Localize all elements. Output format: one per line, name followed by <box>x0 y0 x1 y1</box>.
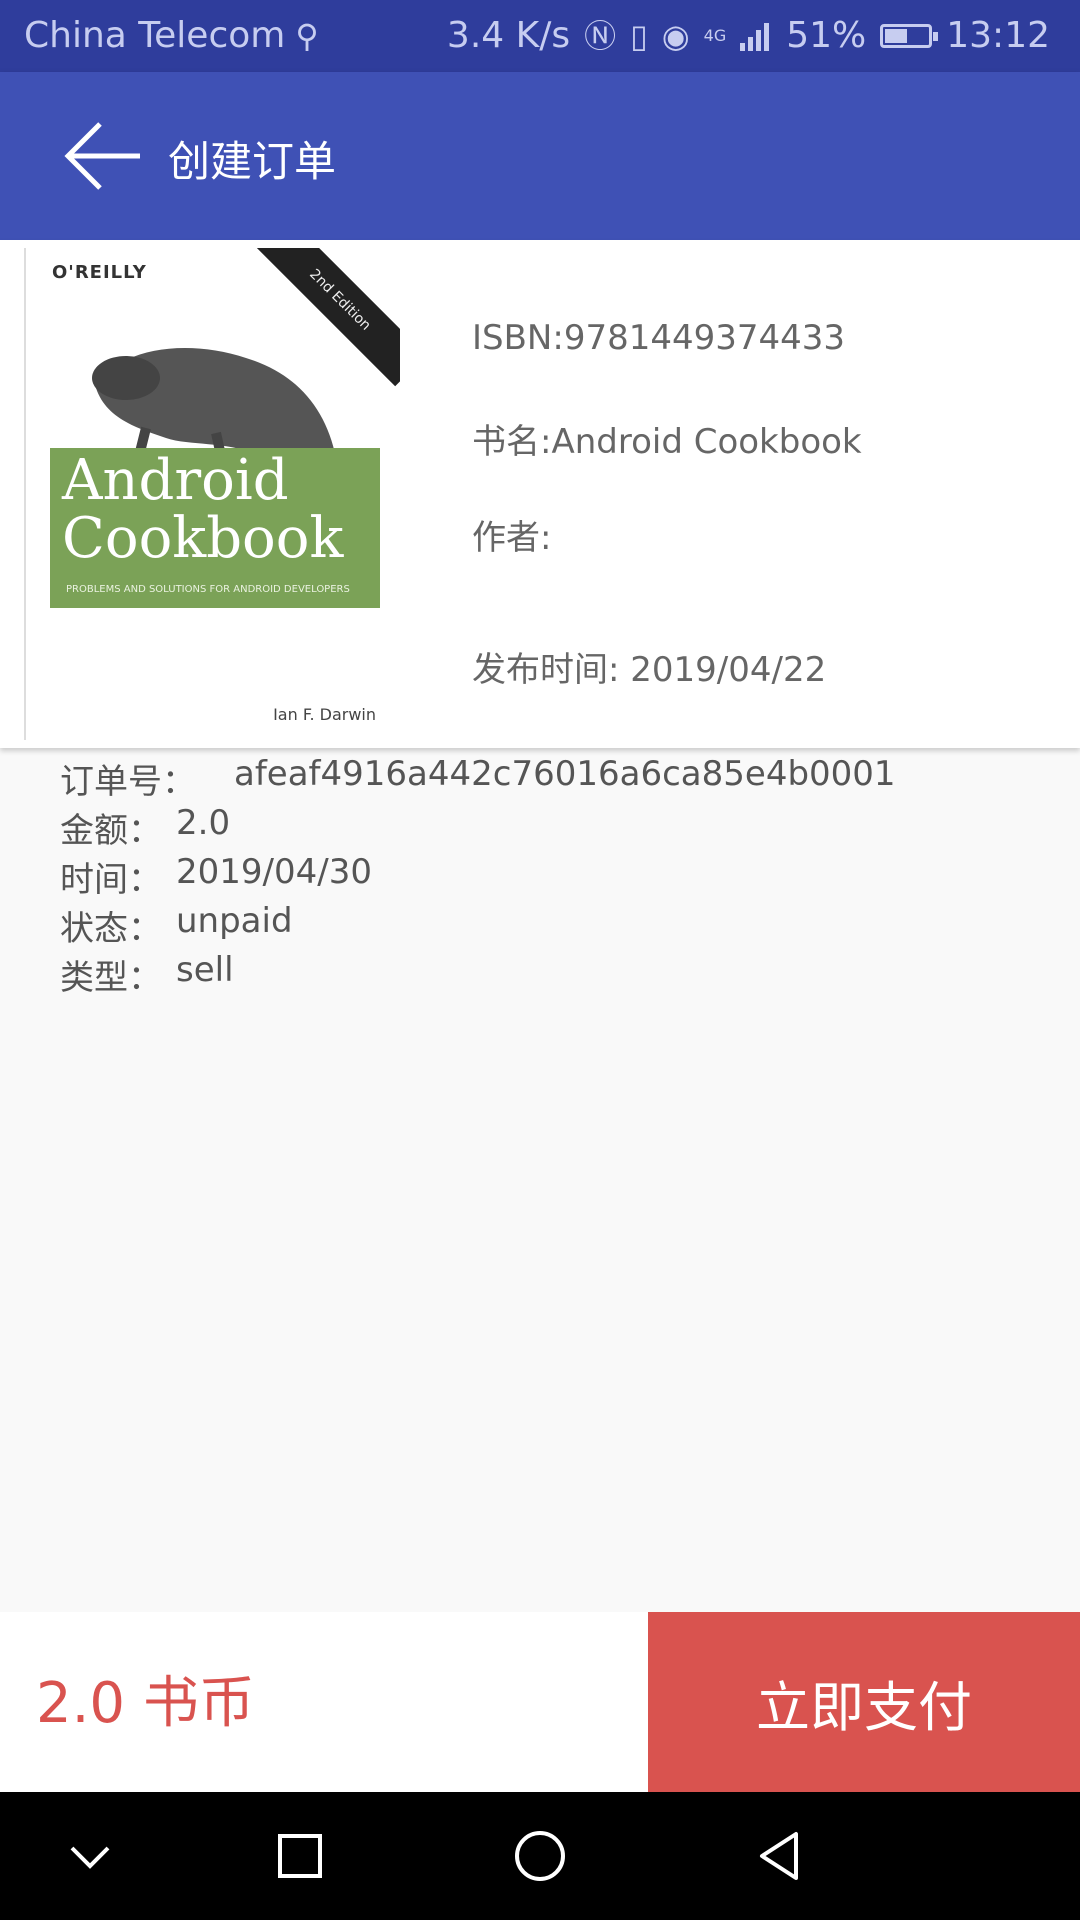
status-label: 状态： <box>60 909 162 949</box>
cover-title: Android Cookbook <box>62 452 343 568</box>
usb-icon: ⚲ <box>295 16 319 55</box>
triangle-back-icon <box>760 1832 798 1880</box>
order-number-label: 订单号： <box>60 762 196 802</box>
vibrate-icon: ▯ <box>630 16 648 55</box>
book-author: 作者: <box>472 518 552 558</box>
total-price: 2.0 书币 <box>36 1671 255 1736</box>
cover-subtitle: PROBLEMS AND SOLUTIONS FOR ANDROID DEVEL… <box>66 584 350 595</box>
eye-comfort-icon: ◉ <box>661 16 690 55</box>
network-speed: 3.4 K/s <box>446 15 571 56</box>
cover-title-line1: Android <box>62 448 289 513</box>
circle-icon <box>515 1831 565 1881</box>
carrier-name: China Telecom <box>24 15 286 56</box>
type-value: sell <box>176 950 234 990</box>
back-nav-button[interactable] <box>740 1816 820 1896</box>
time-value: 2019/04/30 <box>176 852 372 892</box>
book-cover-image: O'REILLY 2nd Edition Android Cookbook PR… <box>24 248 400 740</box>
book-name: 书名:Android Cookbook <box>472 422 862 462</box>
type-label: 类型： <box>60 958 162 998</box>
order-number-value: afeaf4916a442c76016a6ca85e4b0001 <box>234 754 896 794</box>
book-card: O'REILLY 2nd Edition Android Cookbook PR… <box>0 240 1080 748</box>
chevron-down-icon <box>70 1846 110 1869</box>
home-button[interactable] <box>500 1816 580 1896</box>
pay-now-button[interactable]: 立即支付 <box>648 1612 1080 1792</box>
book-publish-date: 发布时间: 2019/04/22 <box>472 650 827 690</box>
cover-author: Ian F. Darwin <box>273 705 376 724</box>
status-value: unpaid <box>176 901 293 941</box>
battery-icon <box>880 23 939 48</box>
nfc-icon: Ⓝ <box>584 16 617 55</box>
amount-value: 2.0 <box>176 803 231 843</box>
recents-button[interactable] <box>260 1816 340 1896</box>
cover-publisher: O'REILLY <box>52 262 147 283</box>
back-button[interactable] <box>60 116 146 196</box>
amount-label: 金额： <box>60 811 162 851</box>
status-bar: China Telecom ⚲ 3.4 K/s Ⓝ ▯ ◉ 4G 51% 13:… <box>0 0 1080 72</box>
app-toolbar: 创建订单 <box>0 72 1080 240</box>
payment-bar: 2.0 书币 立即支付 <box>0 1612 1080 1792</box>
book-isbn: ISBN:9781449374433 <box>472 318 846 358</box>
time-label: 时间： <box>60 860 162 900</box>
system-nav-bar <box>0 1792 1080 1920</box>
network-type: 4G <box>703 26 727 45</box>
signal-icon <box>740 22 770 51</box>
cover-title-line2: Cookbook <box>62 506 344 571</box>
hide-keyboard-button[interactable] <box>50 1816 130 1896</box>
battery-percent: 51% <box>786 15 867 56</box>
back-arrow-icon <box>64 122 140 190</box>
square-icon <box>278 1834 322 1878</box>
page-title: 创建订单 <box>168 137 337 186</box>
clock: 13:12 <box>946 15 1050 56</box>
